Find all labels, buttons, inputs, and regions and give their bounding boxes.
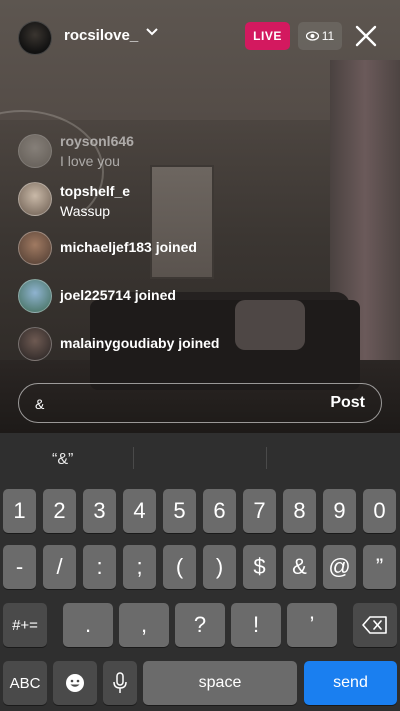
key-7[interactable]: 7	[243, 489, 276, 533]
key-more-symbols[interactable]: #+=	[3, 603, 47, 647]
join-text[interactable]: malainygoudiaby joined	[60, 335, 219, 351]
comment-username[interactable]: topshelf_e	[60, 183, 130, 199]
key-quote[interactable]: ”	[363, 545, 396, 589]
send-button[interactable]: send	[304, 661, 397, 705]
joiner-avatar[interactable]	[18, 231, 52, 265]
prediction-suggestion[interactable]: “&”	[52, 451, 73, 469]
key-9[interactable]: 9	[323, 489, 356, 533]
key-2[interactable]: 2	[43, 489, 76, 533]
comment-text: Wassup	[60, 203, 111, 219]
backspace-key[interactable]	[353, 603, 397, 647]
key-exclamation[interactable]: !	[231, 603, 281, 647]
key-apostrophe[interactable]: ’	[287, 603, 337, 647]
prediction-divider	[266, 447, 267, 469]
key-0[interactable]: 0	[363, 489, 396, 533]
key-ampersand[interactable]: &	[283, 545, 316, 589]
key-comma[interactable]: ,	[119, 603, 169, 647]
key-8[interactable]: 8	[283, 489, 316, 533]
live-comments: roysonl646 I love you topshelf_e Wassup …	[0, 0, 400, 380]
key-5[interactable]: 5	[163, 489, 196, 533]
key-3[interactable]: 3	[83, 489, 116, 533]
commenter-avatar[interactable]	[18, 182, 52, 216]
keyboard: “&” 1 2 3 4 5 6 7 8 9 0 - / : ; ( ) $ & …	[0, 433, 400, 711]
joiner-avatar[interactable]	[18, 327, 52, 361]
comment-text: I love you	[60, 153, 120, 169]
join-text[interactable]: joel225714 joined	[60, 287, 176, 303]
key-dollar[interactable]: $	[243, 545, 276, 589]
comment-box: Post	[18, 383, 382, 424]
post-button[interactable]: Post	[330, 394, 365, 412]
key-4[interactable]: 4	[123, 489, 156, 533]
join-text[interactable]: michaeljef183 joined	[60, 239, 197, 255]
dictation-key[interactable]	[103, 661, 137, 705]
key-colon[interactable]: :	[83, 545, 116, 589]
key-1[interactable]: 1	[3, 489, 36, 533]
key-hyphen[interactable]: -	[3, 545, 36, 589]
commenter-avatar[interactable]	[18, 134, 52, 168]
key-close-paren[interactable]: )	[203, 545, 236, 589]
key-semicolon[interactable]: ;	[123, 545, 156, 589]
backspace-icon	[362, 616, 387, 634]
key-open-paren[interactable]: (	[163, 545, 196, 589]
comment-username[interactable]: roysonl646	[60, 133, 134, 149]
key-period[interactable]: .	[63, 603, 113, 647]
key-slash[interactable]: /	[43, 545, 76, 589]
key-6[interactable]: 6	[203, 489, 236, 533]
space-bar[interactable]: space	[143, 661, 297, 705]
key-abc[interactable]: ABC	[3, 661, 47, 705]
emoji-key[interactable]	[53, 661, 97, 705]
prediction-divider	[133, 447, 134, 469]
prediction-bar: “&”	[0, 433, 400, 483]
key-at[interactable]: @	[323, 545, 356, 589]
emoji-icon	[66, 674, 84, 692]
key-question[interactable]: ?	[175, 603, 225, 647]
comment-input[interactable]	[33, 384, 307, 424]
joiner-avatar[interactable]	[18, 279, 52, 313]
microphone-icon	[113, 672, 127, 693]
